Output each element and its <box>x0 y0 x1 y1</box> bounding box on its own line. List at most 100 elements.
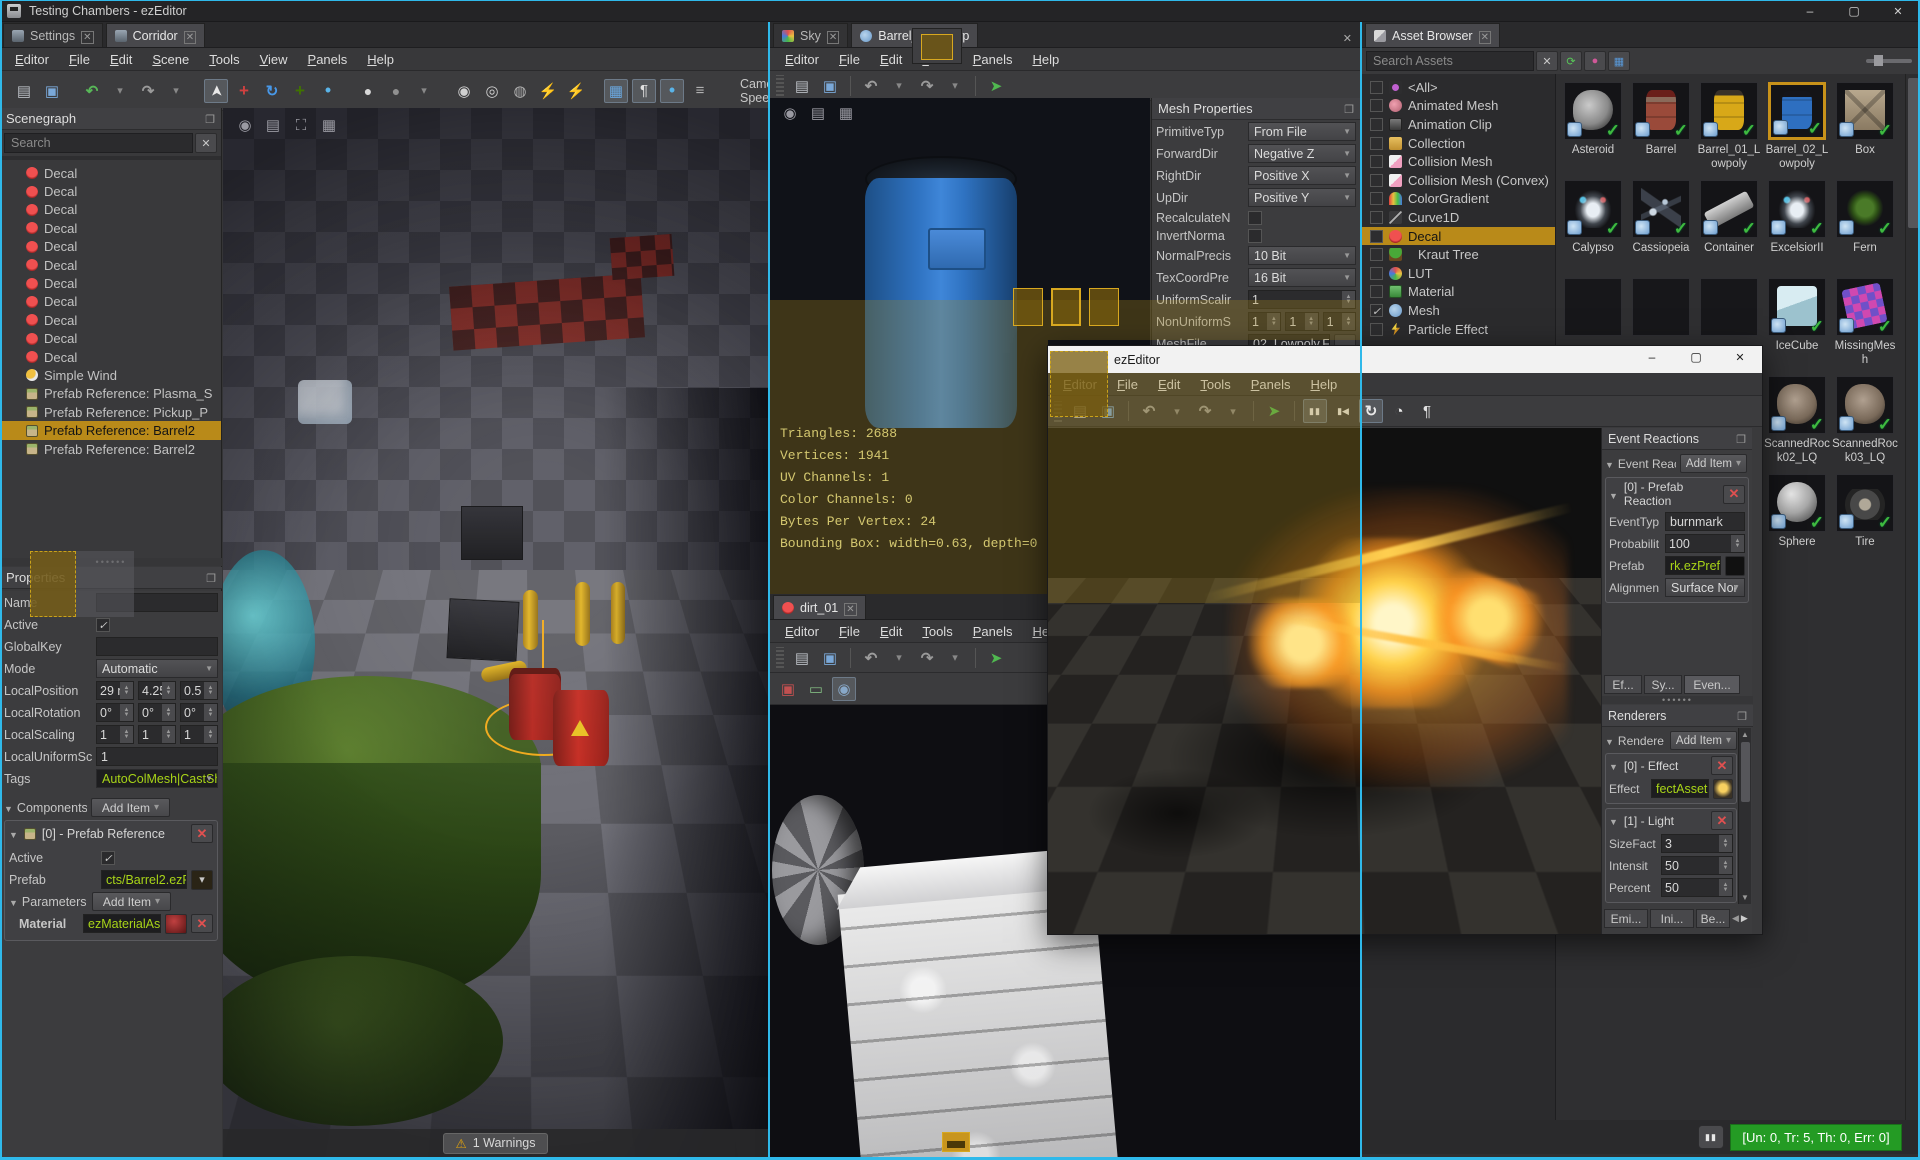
menu-item[interactable]: Panels <box>964 50 1022 69</box>
particle-editor-floating-window[interactable]: ezEditor EditorFileEditToolsPanelsHelp <box>1047 345 1763 935</box>
renderers-caret-icon[interactable] <box>1605 733 1614 748</box>
scroll-down-icon[interactable]: ▼ <box>1741 893 1749 902</box>
scale-tool-icon[interactable] <box>288 79 312 103</box>
menu-item[interactable]: Editor <box>776 50 828 69</box>
redo-icon[interactable] <box>136 79 160 103</box>
asset-tile[interactable]: ExcelsiorII <box>1763 178 1831 276</box>
reaction-prefab-picker[interactable] <box>1725 555 1745 576</box>
scenegraph-node[interactable]: Decal <box>0 311 221 329</box>
asset-tile[interactable]: Barrel_02_Lowpoly <box>1763 80 1831 178</box>
component-active-checkbox[interactable] <box>101 850 115 865</box>
nonuniform-x-stepper[interactable]: 1 ▲ ▼ <box>1248 312 1282 331</box>
rotation-y-stepper[interactable]: 0° ▲ ▼ <box>138 703 176 722</box>
undo-dropdown-icon[interactable] <box>887 74 911 98</box>
document-tab-dirt01[interactable]: dirt_01 <box>773 595 866 619</box>
menu-item[interactable]: Panels <box>299 50 357 69</box>
pause-playback-icon[interactable] <box>1303 399 1327 423</box>
dock-guide-center[interactable] <box>1051 288 1081 326</box>
scene-3d-viewport[interactable]: 1 Warnings <box>223 108 768 1157</box>
parameters-caret-icon[interactable] <box>9 894 18 909</box>
menu-item[interactable]: Tools <box>913 622 961 641</box>
remove-reaction-button[interactable] <box>1723 484 1745 504</box>
position-x-stepper[interactable]: 29 m▲▼ <box>96 681 134 700</box>
menu-item[interactable]: Tools <box>1191 375 1239 394</box>
menu-item[interactable]: File <box>1108 375 1147 394</box>
world-space-icon[interactable] <box>356 79 380 103</box>
translate-tool-icon[interactable] <box>232 79 256 103</box>
asset-tile[interactable]: Barrel_01_Lowpoly <box>1695 80 1763 178</box>
scenegraph-node[interactable]: Prefab Reference: Barrel2 <box>0 421 221 440</box>
asset-type-row[interactable]: ColorGradient <box>1362 190 1555 209</box>
add-event-reaction-button[interactable]: Add Item <box>1679 454 1747 473</box>
renderers-scrollbar[interactable]: ▲ ▼ <box>1738 728 1751 904</box>
export-asset-icon[interactable] <box>1262 399 1286 423</box>
scenegraph-node[interactable]: Decal <box>0 348 221 366</box>
position-y-stepper[interactable]: 4.25▲▼ <box>138 681 176 700</box>
scenegraph-node[interactable]: Decal <box>0 293 221 311</box>
primitivetype-dropdown[interactable]: From File <box>1248 122 1356 141</box>
tags-dropdown[interactable]: AutoColMesh|CastShadow <box>96 769 218 788</box>
redo-dropdown-icon[interactable] <box>1221 399 1245 423</box>
menu-item[interactable]: Editor <box>6 50 58 69</box>
redo-dropdown-icon[interactable] <box>943 74 967 98</box>
redo-icon[interactable] <box>1193 399 1217 423</box>
menu-item[interactable]: Tools <box>200 50 248 69</box>
add-parameter-button[interactable]: Add Item <box>91 892 171 911</box>
undo-icon[interactable] <box>80 79 104 103</box>
loop-playback-icon[interactable] <box>1359 399 1383 423</box>
menu-item[interactable]: Edit <box>1149 375 1189 394</box>
export-asset-icon[interactable] <box>984 74 1008 98</box>
rightdir-dropdown[interactable]: Positive X <box>1248 166 1356 185</box>
play-the-game-icon[interactable] <box>536 79 560 103</box>
mesh-properties-header[interactable]: Mesh Properties <box>1152 98 1360 120</box>
asset-search-input[interactable] <box>1366 51 1534 71</box>
film-icon[interactable] <box>806 101 830 125</box>
asset-tile[interactable]: Box <box>1831 80 1899 178</box>
redo-icon[interactable] <box>915 74 939 98</box>
asset-type-row[interactable]: Mesh <box>1362 301 1555 320</box>
type-filter-checkbox[interactable] <box>1370 117 1383 131</box>
eventtype-input[interactable]: burnmark <box>1665 512 1745 531</box>
asset-type-row[interactable]: Collision Mesh (Convex) <box>1362 171 1555 190</box>
asset-tile[interactable]: ScannedRock03_LQ <box>1831 374 1899 472</box>
maximize-button[interactable] <box>1832 0 1876 22</box>
grid-toggle-icon[interactable] <box>604 78 628 103</box>
undo-icon[interactable] <box>859 646 883 670</box>
remove-parameter-button[interactable] <box>191 914 213 933</box>
float-panel-icon[interactable] <box>205 111 215 126</box>
tab-close-icon[interactable] <box>1479 29 1491 43</box>
material-thumbnail-button[interactable] <box>165 913 187 934</box>
float-panel-icon[interactable] <box>1736 431 1746 446</box>
menu-item[interactable]: File <box>830 50 869 69</box>
asset-tile[interactable]: IceCube <box>1763 276 1831 374</box>
floating-window-titlebar[interactable]: ezEditor <box>1048 346 1762 373</box>
scenegraph-node[interactable]: Simple Wind <box>0 366 221 384</box>
scenegraph-panel-header[interactable]: Scenegraph <box>0 108 221 130</box>
add-component-button[interactable]: Add Item <box>90 798 170 817</box>
menu-item[interactable]: File <box>60 50 99 69</box>
reaction-prefab-input[interactable]: rk.ezPrefab <box>1665 556 1721 575</box>
remove-light-button[interactable] <box>1711 811 1733 830</box>
particle-preview-viewport[interactable] <box>1048 428 1601 934</box>
pivot-icon[interactable] <box>384 79 408 103</box>
film-icon[interactable] <box>261 113 285 137</box>
document-tab-sky[interactable]: Sky <box>773 23 849 47</box>
asset-type-row[interactable]: <All> <box>1362 78 1555 97</box>
camera-icon[interactable] <box>778 101 802 125</box>
type-filter-checkbox[interactable] <box>1370 248 1383 262</box>
asset-type-row[interactable]: Collection <box>1362 134 1555 153</box>
effect-asset-input[interactable]: fectAsset <box>1651 779 1709 798</box>
rotation-x-stepper[interactable]: 0° ▲ ▼ <box>96 703 134 722</box>
effect-thumbnail-button[interactable] <box>1713 778 1733 799</box>
recalculatenormals-checkbox[interactable] <box>1248 210 1262 225</box>
type-filter-checkbox[interactable] <box>1370 155 1383 169</box>
add-renderer-button[interactable]: Add Item <box>1669 731 1737 750</box>
scenegraph-node[interactable]: Prefab Reference: Barrel2 <box>0 440 221 458</box>
drag-to-position-icon[interactable] <box>316 79 340 103</box>
event-reactions-caret-icon[interactable] <box>1605 456 1614 471</box>
menu-item[interactable]: Edit <box>101 50 141 69</box>
scrollbar-thumb[interactable] <box>1741 742 1750 802</box>
globalkey-input[interactable] <box>96 637 218 656</box>
menu-item[interactable]: Panels <box>1242 375 1300 394</box>
viewport-grid-icon[interactable] <box>317 113 341 137</box>
